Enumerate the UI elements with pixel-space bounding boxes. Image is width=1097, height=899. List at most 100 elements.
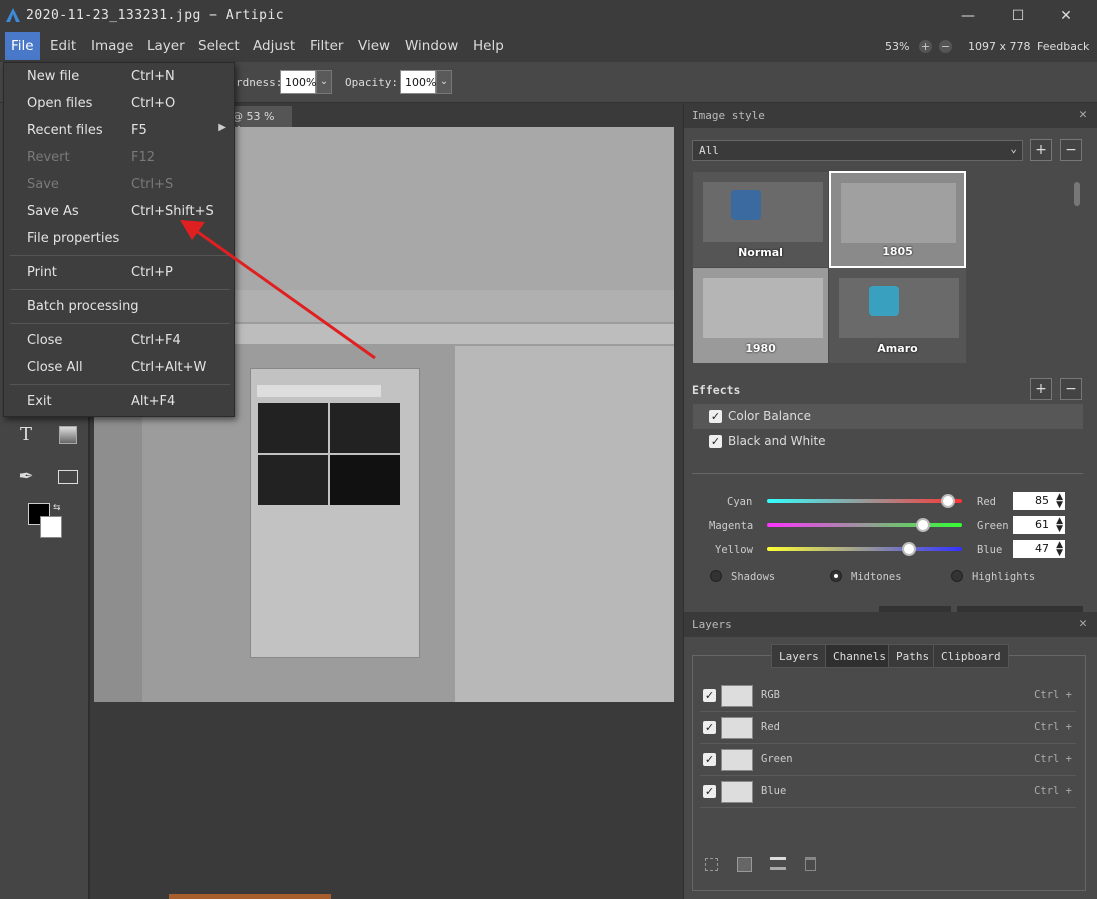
- image-style-header: Image style ✕: [684, 104, 1097, 128]
- style-thumb-1805[interactable]: 1805: [829, 171, 966, 268]
- menu-item-label: Close: [27, 333, 63, 348]
- rectangle-tool-icon[interactable]: [56, 465, 80, 489]
- layer-row[interactable]: ✓ Green Ctrl +: [700, 744, 1076, 776]
- menu-item-shortcut: Ctrl+N: [131, 69, 175, 84]
- menu-separator: [10, 255, 230, 256]
- check-icon[interactable]: ✓: [709, 435, 722, 448]
- menu-help[interactable]: Help: [467, 32, 510, 60]
- menu-item-shortcut: F5: [131, 123, 147, 138]
- close-icon[interactable]: ✕: [1056, 6, 1076, 26]
- slider-left-label: Magenta: [709, 520, 754, 532]
- trash-icon[interactable]: [805, 857, 816, 871]
- opacity-dropdown-icon[interactable]: ⌄: [436, 70, 452, 94]
- new-layer-icon[interactable]: [770, 857, 786, 870]
- tab-layers[interactable]: Layers: [771, 644, 827, 668]
- mask-icon[interactable]: [737, 857, 752, 872]
- pen-tool-icon[interactable]: ✒: [14, 465, 38, 489]
- hardness-input[interactable]: 100%: [280, 70, 316, 94]
- opacity-input[interactable]: 100%: [400, 70, 436, 94]
- check-icon[interactable]: ✓: [703, 785, 716, 798]
- close-panel-icon[interactable]: ✕: [1079, 107, 1087, 122]
- slider-value: 85: [1035, 494, 1049, 507]
- zoom-level: 53%: [885, 40, 910, 53]
- layer-row[interactable]: ✓ Blue Ctrl +: [700, 776, 1076, 808]
- style-thumb-normal[interactable]: Normal: [693, 172, 828, 267]
- check-icon[interactable]: ✓: [703, 689, 716, 702]
- yellow-blue-track[interactable]: [767, 547, 962, 551]
- zoom-out-icon[interactable]: −: [939, 40, 952, 53]
- text-tool-icon[interactable]: T: [14, 423, 38, 447]
- menu-item-shortcut: Alt+F4: [131, 394, 176, 409]
- menu-image[interactable]: Image: [85, 32, 139, 60]
- selection-icon[interactable]: [705, 858, 718, 871]
- check-icon[interactable]: ✓: [709, 410, 722, 423]
- menu-edit[interactable]: Edit: [44, 32, 82, 60]
- menu-item-label: New file: [27, 69, 80, 84]
- menu-layer[interactable]: Layer: [141, 32, 191, 60]
- remove-style-button[interactable]: −: [1060, 139, 1082, 161]
- slider-left-label: Yellow: [715, 544, 753, 556]
- panel-button-partial[interactable]: [957, 606, 1083, 612]
- layer-name: Blue: [761, 785, 787, 797]
- style-thumb-1980[interactable]: 1980: [693, 268, 828, 363]
- midtones-radio[interactable]: [830, 570, 842, 582]
- add-effect-button[interactable]: +: [1030, 378, 1052, 400]
- tab-channels[interactable]: Channels: [825, 644, 894, 668]
- style-thumb-amaro[interactable]: Amaro: [829, 268, 966, 363]
- layer-shortcut: Ctrl +: [1034, 753, 1072, 765]
- cyan-red-track[interactable]: [767, 499, 962, 503]
- menu-filter[interactable]: Filter: [304, 32, 349, 60]
- style-filter-value: All: [699, 144, 719, 157]
- menu-item-save-as[interactable]: Save As Ctrl+Shift+S: [4, 198, 234, 225]
- chevron-down-icon: ⌄: [1010, 142, 1017, 155]
- maximize-icon[interactable]: ☐: [1008, 6, 1028, 26]
- menu-item-batch-processing[interactable]: Batch processing: [4, 293, 234, 320]
- menu-adjust[interactable]: Adjust: [247, 32, 301, 60]
- menu-item-recent-files[interactable]: Recent files F5 ▶: [4, 117, 234, 144]
- menu-item-label: Save As: [27, 204, 79, 219]
- menu-file[interactable]: File: [5, 32, 40, 60]
- menu-item-file-properties[interactable]: File properties: [4, 225, 234, 252]
- menu-item-shortcut: Ctrl+P: [131, 265, 173, 280]
- menu-item-close-all[interactable]: Close All Ctrl+Alt+W: [4, 354, 234, 381]
- effect-label: Black and White: [728, 434, 826, 448]
- green-value-input[interactable]: 61 ▲ ▼: [1013, 516, 1065, 534]
- menu-select[interactable]: Select: [192, 32, 246, 60]
- style-filter-select[interactable]: All ⌄: [692, 140, 1023, 161]
- close-panel-icon[interactable]: ✕: [1079, 616, 1087, 631]
- check-icon[interactable]: ✓: [703, 753, 716, 766]
- document-tab-label: @ 53 %: [232, 110, 275, 123]
- gradient-tool-icon[interactable]: [56, 423, 80, 447]
- menu-item-exit[interactable]: Exit Alt+F4: [4, 388, 234, 415]
- shadows-radio[interactable]: [710, 570, 722, 582]
- effect-row-black-and-white[interactable]: ✓ Black and White: [693, 429, 1083, 454]
- menu-item-shortcut: Ctrl+Alt+W: [131, 360, 207, 375]
- highlights-radio[interactable]: [951, 570, 963, 582]
- menu-view[interactable]: View: [352, 32, 396, 60]
- tab-clipboard[interactable]: Clipboard: [933, 644, 1009, 668]
- background-color-swatch[interactable]: [40, 516, 62, 538]
- layer-row[interactable]: ✓ Red Ctrl +: [700, 712, 1076, 744]
- menu-item-new-file[interactable]: New file Ctrl+N: [4, 63, 234, 90]
- menu-item-close[interactable]: Close Ctrl+F4: [4, 327, 234, 354]
- layer-row[interactable]: ✓ RGB Ctrl +: [700, 680, 1076, 712]
- styles-scrollbar[interactable]: [1074, 182, 1080, 206]
- hardness-dropdown-icon[interactable]: ⌄: [316, 70, 332, 94]
- feedback-link[interactable]: Feedback: [1037, 40, 1089, 53]
- swap-colors-icon[interactable]: ⇆: [53, 503, 61, 513]
- panel-button-partial[interactable]: [879, 606, 951, 612]
- effect-row-color-balance[interactable]: ✓ Color Balance: [693, 404, 1083, 429]
- red-value-input[interactable]: 85 ▲ ▼: [1013, 492, 1065, 510]
- magenta-green-track[interactable]: [767, 523, 962, 527]
- blue-value-input[interactable]: 47 ▲ ▼: [1013, 540, 1065, 558]
- menu-window[interactable]: Window: [399, 32, 464, 60]
- menu-item-open-files[interactable]: Open files Ctrl+O: [4, 90, 234, 117]
- remove-effect-button[interactable]: −: [1060, 378, 1082, 400]
- tab-paths[interactable]: Paths: [888, 644, 938, 668]
- zoom-in-icon[interactable]: +: [919, 40, 932, 53]
- minimize-icon[interactable]: —: [958, 6, 978, 26]
- add-style-button[interactable]: +: [1030, 139, 1052, 161]
- check-icon[interactable]: ✓: [703, 721, 716, 734]
- menu-item-print[interactable]: Print Ctrl+P: [4, 259, 234, 286]
- slider-knob[interactable]: [916, 518, 930, 532]
